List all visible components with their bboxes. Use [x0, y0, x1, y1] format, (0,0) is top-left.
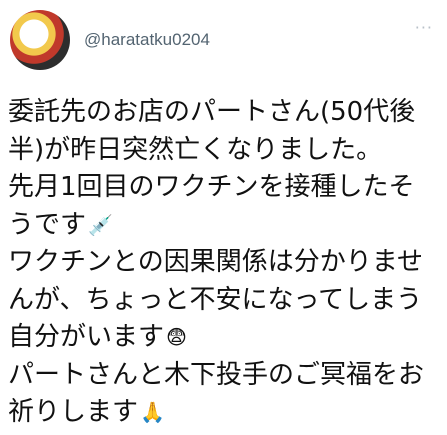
tweet-text: 半)が昨日突然亡くなりました。: [8, 134, 383, 165]
tweet-text: パートさんと木下投手のご冥福をお: [8, 359, 425, 390]
tweet-text: 自分がいます: [8, 322, 165, 352]
anxious-face-icon: 😨: [166, 325, 187, 349]
tweet-text: ワクチンとの因果関係は分かりませ: [8, 247, 423, 277]
tweet-line-8: パートさんと木下投手のご冥福をお: [8, 357, 438, 395]
folded-hands-icon: 🙏: [140, 400, 165, 424]
tweet-text: 祈りします: [8, 397, 139, 427]
tweet-card: @haratatku0204 ··· 委託先のお店のパートさん(50代後 半)が…: [0, 0, 447, 435]
tweet-line-3: 先月1回目のワクチンを接種したそ: [8, 169, 438, 207]
tweet-body: 委託先のお店のパートさん(50代後 半)が昨日突然亡くなりました。 先月1回目の…: [8, 94, 438, 432]
tweet-line-6: んが、ちょっと不安になってしまう: [8, 282, 438, 320]
tweet-text: 先月1回目のワクチンを接種したそ: [8, 172, 415, 202]
user-handle[interactable]: @haratatku0204: [84, 30, 210, 50]
avatar[interactable]: [10, 10, 70, 70]
tweet-line-5: ワクチンとの因果関係は分かりませ: [8, 244, 438, 282]
syringe-icon: 💉: [88, 212, 113, 237]
tweet-line-9: 祈りします 🙏: [8, 394, 438, 432]
tweet-text: んが、ちょっと不安になってしまう: [8, 284, 423, 315]
tweet-line-1: 委託先のお店のパートさん(50代後: [8, 94, 438, 132]
tweet-text: 委託先のお店のパートさん(50代後: [8, 97, 416, 127]
tweet-header: @haratatku0204: [10, 10, 210, 70]
more-options-icon[interactable]: ···: [415, 18, 433, 37]
tweet-line-7: 自分がいます 😨: [8, 319, 438, 357]
tweet-text: うです: [8, 209, 87, 240]
tweet-line-2: 半)が昨日突然亡くなりました。: [8, 132, 438, 170]
tweet-line-4: うです 💉: [8, 207, 438, 245]
